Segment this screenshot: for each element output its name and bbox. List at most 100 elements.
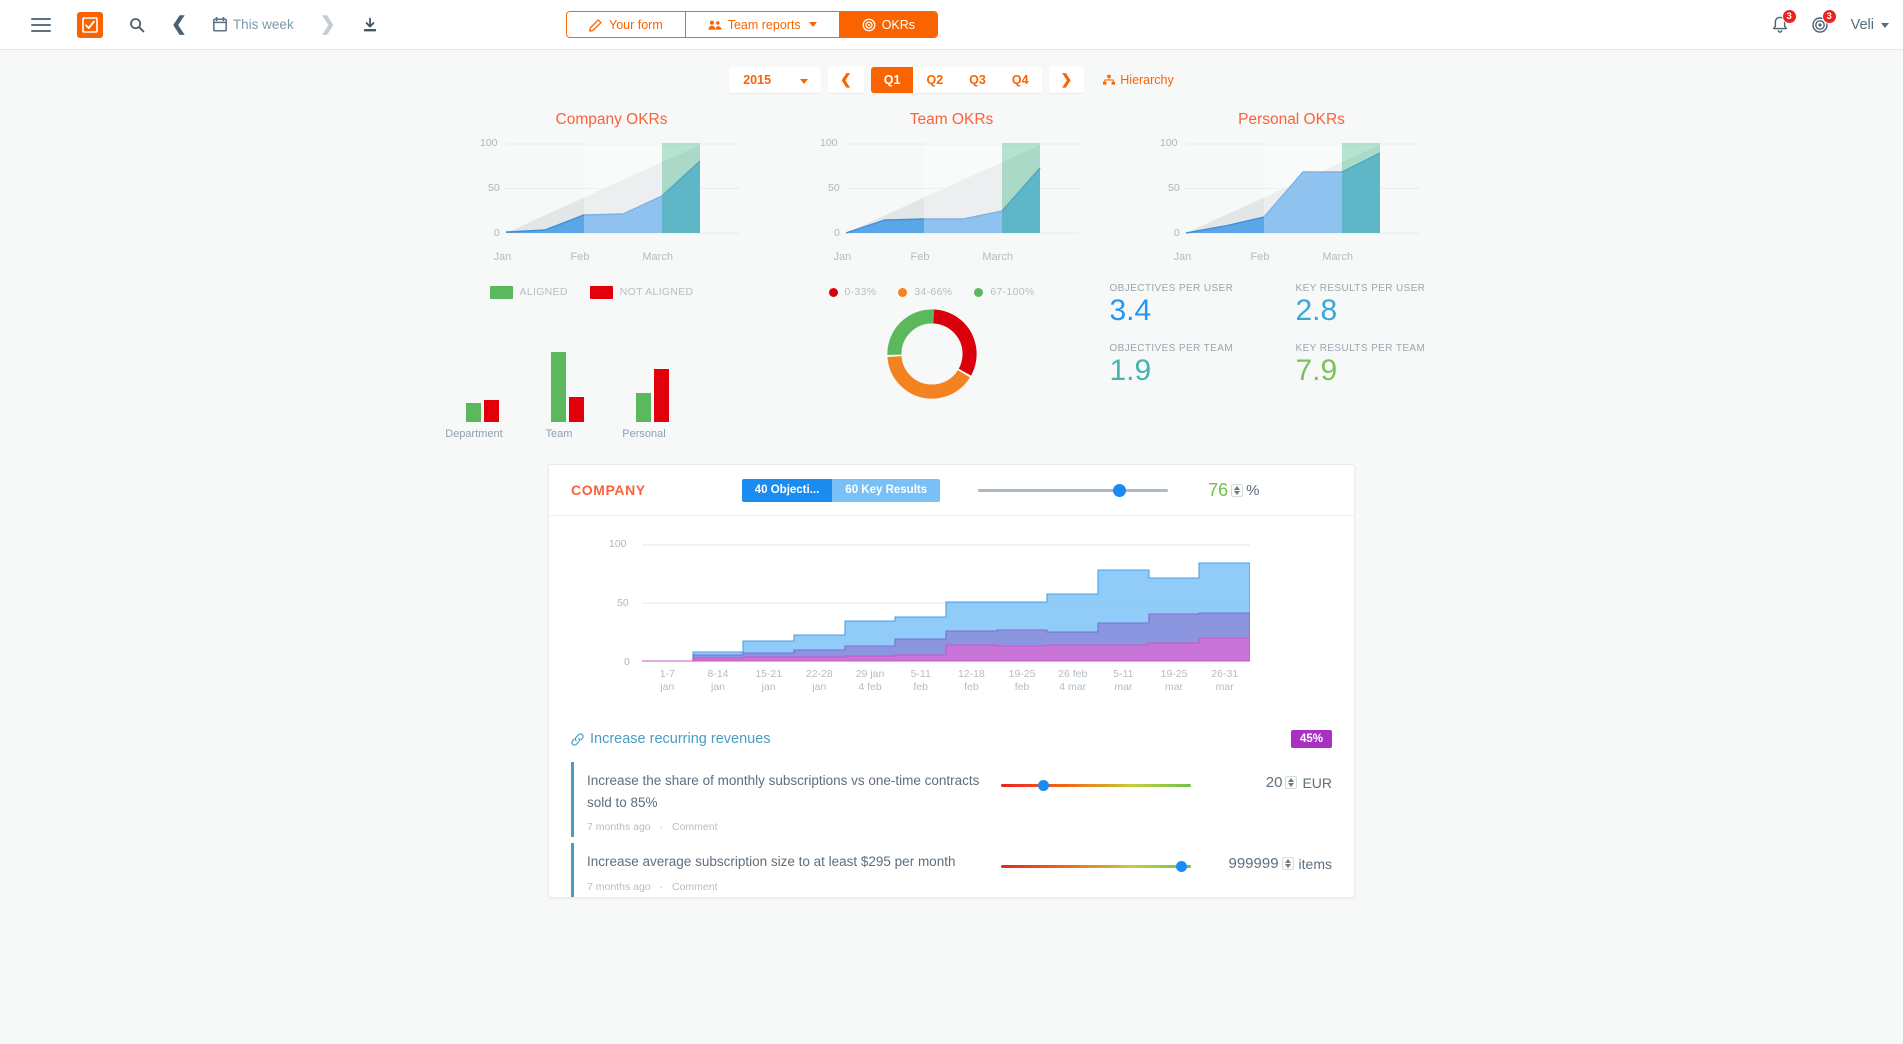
period-selector[interactable]: This week (200, 0, 307, 50)
key-result-meta: 7 months ago · Comment (587, 881, 987, 893)
key-result-slider[interactable] (1001, 856, 1191, 876)
checkbox-logo-icon (77, 11, 103, 38)
download-button[interactable] (349, 0, 391, 50)
quarter-tab-q1[interactable]: Q1 (870, 66, 914, 93)
donut-svg (886, 309, 977, 399)
percent-sign: % (1246, 481, 1260, 499)
key-result-time: 7 months ago (587, 880, 651, 893)
company-chart-x-axis: 1-7 jan 8-14 jan 15-21 jan 22-28 jan 29 jan 4… (642, 668, 1250, 694)
meta-separator: · (659, 880, 664, 893)
x-label-0: 1-7 jan (659, 668, 675, 694)
company-progress-slider[interactable] (978, 480, 1169, 500)
y-tick-0: 0 (494, 227, 500, 239)
x-tick-feb: Feb (910, 251, 930, 263)
quarter-tab-q4[interactable]: Q4 (998, 66, 1042, 93)
progress-stepper[interactable] (1231, 483, 1244, 497)
quarter-tab-q3[interactable]: Q3 (956, 66, 999, 93)
hamburger-menu-button[interactable] (18, 0, 64, 50)
y-tick-100: 100 (820, 137, 838, 149)
key-result-slider[interactable] (1001, 775, 1191, 795)
key-result-stepper[interactable] (1281, 857, 1294, 871)
stat-value: 3.4 (1109, 294, 1152, 327)
chevron-down-icon (800, 78, 809, 84)
hierarchy-button[interactable]: Hierarchy (1103, 73, 1174, 87)
search-button[interactable] (116, 0, 158, 50)
next-period-button[interactable]: ❯ (307, 0, 349, 50)
year-selector[interactable]: 2015 (729, 66, 822, 93)
x-label-5: 5-11 feb (910, 668, 931, 694)
toggle-objectives[interactable]: 40 Objecti... (741, 478, 833, 502)
top-bar: ❮ This week ❯ Your form Team reports OKR… (0, 0, 1903, 50)
y-tick-100: 100 (480, 137, 498, 149)
caret-down-icon[interactable] (1234, 490, 1241, 495)
slider-knob[interactable] (1175, 860, 1187, 872)
team-okrs-x-axis: Jan Feb March (804, 251, 1037, 263)
y-tick-50: 50 (828, 182, 840, 194)
caret-up-icon[interactable] (1234, 485, 1241, 490)
tab-your-form[interactable]: Your form (567, 12, 686, 37)
x-label-11: 26-31 mar (1211, 668, 1239, 694)
caret-down-icon[interactable] (1288, 783, 1295, 787)
tab-team-reports[interactable]: Team reports (685, 12, 840, 37)
company-okrs-title: Company OKRs (555, 111, 668, 128)
personal-area-svg (1186, 143, 1419, 234)
meta-separator: · (659, 821, 664, 834)
prev-quarter-button[interactable]: ❮ (828, 66, 864, 93)
key-result-content: Increase average subscription size to at… (587, 851, 987, 893)
year-value[interactable]: 2015 (729, 66, 786, 93)
objective-title-row[interactable]: Increase recurring revenues (571, 731, 771, 747)
quarter-nav-prev[interactable]: ❮ (828, 66, 864, 93)
quarter-tab-q2[interactable]: Q2 (913, 66, 957, 93)
key-result-text[interactable]: Increase average subscription size to at… (587, 851, 987, 873)
stat-label: KEY RESULTS PER USER (1295, 283, 1426, 294)
x-tick-march: March (982, 251, 1013, 263)
slider-knob[interactable] (1038, 779, 1050, 791)
app-logo-button[interactable] (64, 0, 116, 50)
slider-track (1001, 864, 1191, 868)
key-result-value[interactable]: 20 (1266, 774, 1283, 791)
donut-plot (762, 307, 1102, 401)
alignment-x-axis: Department Team Personal (422, 428, 762, 440)
key-result-time: 7 months ago (587, 821, 651, 834)
caret-up-icon[interactable] (1288, 778, 1295, 782)
key-result-value[interactable]: 999999 (1228, 855, 1278, 872)
personal-okrs-title: Personal OKRs (1238, 111, 1345, 128)
stats-grid: OBJECTIVES PER USER 3.4 KEY RESULTS PER … (1102, 283, 1482, 388)
target-icon (862, 18, 876, 31)
key-result-comment-link[interactable]: Comment (672, 881, 718, 893)
objectives-button[interactable]: 3 (1811, 9, 1837, 34)
chevron-down-icon (808, 22, 817, 27)
notifications-button[interactable]: 3 (1771, 9, 1797, 34)
key-result-text[interactable]: Increase the share of monthly subscripti… (587, 770, 987, 813)
year-dropdown-button[interactable] (785, 66, 822, 93)
legend-dot-34-66 (898, 287, 908, 297)
edit-icon (589, 18, 602, 32)
x-tick-march: March (642, 251, 673, 263)
key-result-unit: EUR (1302, 774, 1332, 791)
user-menu[interactable]: Veli (1851, 17, 1889, 33)
caret-down-icon[interactable] (1284, 864, 1291, 869)
progress-percent-value: 76 (1208, 479, 1229, 500)
hamburger-icon (31, 14, 51, 36)
key-result-stepper[interactable] (1285, 776, 1298, 789)
tab-okrs[interactable]: OKRs (839, 12, 938, 37)
previous-period-button[interactable]: ❮ (158, 0, 200, 50)
company-progress-chart: 100 50 0 1-7 jan 8-14 jan 15-21 jan 22-28 ja… (549, 538, 1354, 714)
slider-knob[interactable] (1113, 483, 1127, 497)
toggle-key-results[interactable]: 60 Key Results (832, 478, 941, 502)
x-tick-jan: Jan (1173, 251, 1192, 263)
key-result-comment-link[interactable]: Comment (672, 821, 718, 833)
key-result-meta: 7 months ago · Comment (587, 821, 987, 833)
bar-department-aligned (465, 403, 481, 422)
caret-up-icon[interactable] (1284, 859, 1291, 864)
quarter-nav-next[interactable]: ❯ (1048, 66, 1085, 93)
next-quarter-button[interactable]: ❯ (1048, 66, 1085, 93)
hierarchy-icon (1103, 74, 1116, 85)
bar-personal-aligned (635, 393, 651, 422)
bar-team-aligned (550, 352, 566, 422)
legend-label-67-100: 67-100% (990, 286, 1035, 298)
y-tick-50: 50 (1168, 182, 1180, 194)
key-result-unit: items (1298, 855, 1332, 872)
x-tick-feb: Feb (1250, 251, 1270, 263)
personal-okrs-chart: Personal OKRs 100 50 0 Jan Feb March (1122, 111, 1462, 263)
